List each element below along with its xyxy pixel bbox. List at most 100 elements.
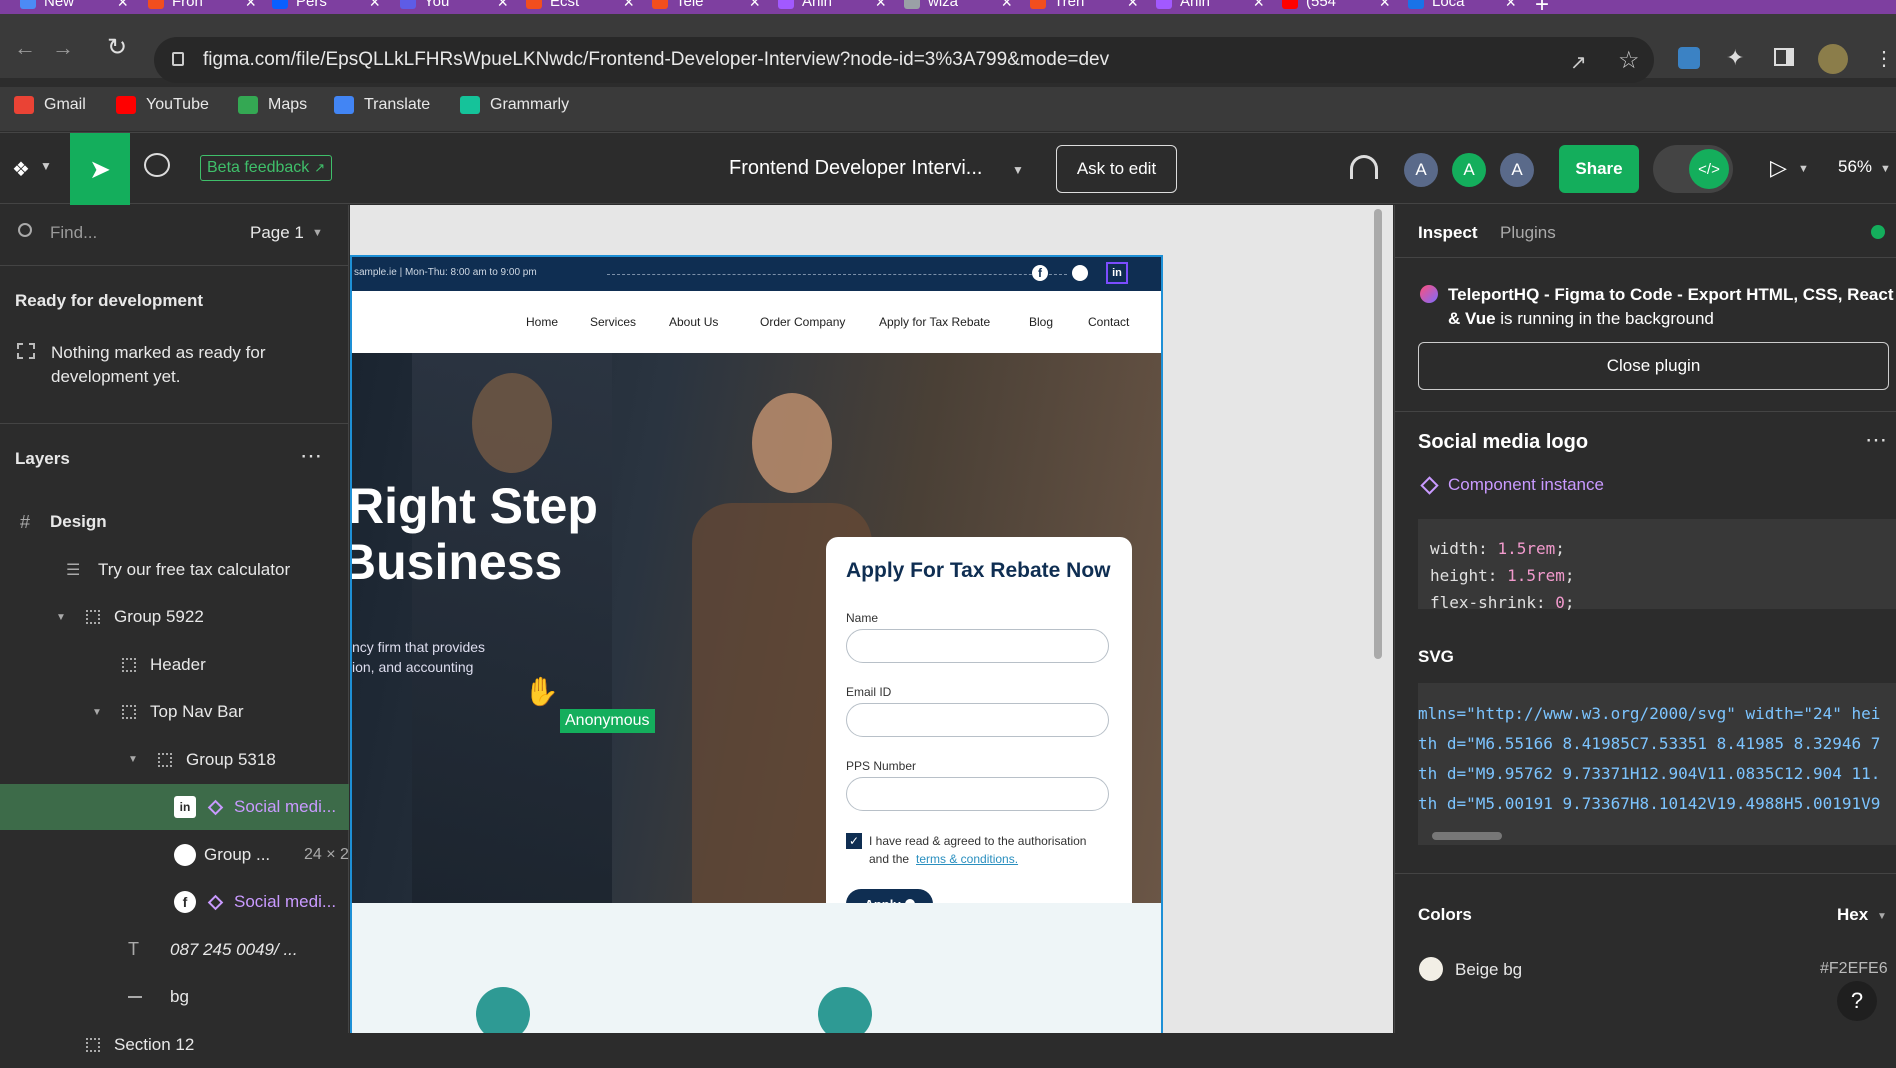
layer-row[interactable]: bg bbox=[0, 974, 349, 1020]
caret-down-icon[interactable]: ▼ bbox=[56, 612, 66, 623]
new-tab-icon[interactable]: + bbox=[1535, 0, 1549, 14]
browser-tab[interactable]: Fron × bbox=[148, 0, 256, 14]
chevron-down-icon[interactable]: ▼ bbox=[40, 159, 52, 173]
nav-link[interactable]: Services bbox=[590, 315, 636, 329]
layer-row[interactable]: ☰ Try our free tax calculator bbox=[0, 547, 349, 593]
bookmark-item[interactable]: Grammarly bbox=[460, 95, 569, 115]
puzzle-icon[interactable]: ✦ bbox=[1726, 45, 1744, 71]
close-tab-icon[interactable]: × bbox=[875, 0, 886, 13]
close-tab-icon[interactable]: × bbox=[1127, 0, 1138, 13]
page-selector[interactable]: Page 1 bbox=[250, 223, 304, 243]
bookmark-item[interactable]: Translate bbox=[334, 95, 430, 115]
find-input[interactable]: Find... bbox=[50, 223, 97, 243]
more-options-icon[interactable]: ⋯ bbox=[300, 443, 322, 469]
zoom-level[interactable]: 56% bbox=[1838, 157, 1872, 177]
layer-row[interactable]: Header bbox=[0, 642, 349, 688]
nav-link[interactable]: Contact bbox=[1088, 315, 1129, 329]
horizontal-scrollbar[interactable] bbox=[1432, 832, 1502, 840]
layer-row[interactable]: ▼ Top Nav Bar bbox=[0, 689, 349, 735]
nav-link[interactable]: Apply for Tax Rebate bbox=[879, 315, 990, 329]
chevron-down-icon[interactable]: ▼ bbox=[1877, 911, 1887, 922]
browser-tab[interactable]: Loca × bbox=[1408, 0, 1516, 14]
headphones-icon[interactable] bbox=[1350, 155, 1378, 179]
close-tab-icon[interactable]: × bbox=[623, 0, 634, 13]
close-plugin-button[interactable]: Close plugin bbox=[1418, 342, 1889, 390]
caret-down-icon[interactable]: ▼ bbox=[128, 754, 138, 765]
nav-link[interactable]: Order Company bbox=[760, 315, 845, 329]
close-tab-icon[interactable]: × bbox=[1505, 0, 1516, 13]
browser-tab[interactable]: Ecst × bbox=[526, 0, 634, 14]
layer-row[interactable]: ▼ Group 5922 bbox=[0, 594, 349, 640]
collaborator-avatar[interactable]: A bbox=[1404, 153, 1438, 187]
reload-icon[interactable]: ↻ bbox=[107, 33, 127, 62]
layer-row[interactable]: Group ... 24 × 2... bbox=[0, 832, 362, 878]
more-options-icon[interactable]: ⋯ bbox=[1865, 427, 1887, 453]
beta-feedback-button[interactable]: Beta feedback ↗ bbox=[200, 155, 333, 181]
comment-icon[interactable] bbox=[144, 153, 170, 177]
bookmark-item[interactable]: Maps bbox=[238, 95, 307, 115]
figma-menu-icon[interactable]: ❖ bbox=[12, 157, 30, 182]
share-button[interactable]: Share bbox=[1559, 145, 1639, 193]
extension-icon[interactable] bbox=[1678, 47, 1700, 69]
help-button[interactable]: ? bbox=[1837, 981, 1877, 1021]
close-tab-icon[interactable]: × bbox=[497, 0, 508, 13]
profile-avatar[interactable] bbox=[1818, 44, 1848, 74]
layer-row[interactable]: # Design bbox=[0, 499, 349, 545]
layer-row[interactable]: ▼ Group 5318 bbox=[0, 737, 349, 783]
close-tab-icon[interactable]: × bbox=[1253, 0, 1264, 13]
canvas-scrollbar[interactable] bbox=[1374, 209, 1382, 659]
caret-down-icon[interactable]: ▼ bbox=[92, 707, 102, 718]
browser-tab[interactable]: You × bbox=[400, 0, 508, 14]
bookmark-star-icon[interactable]: ☆ bbox=[1618, 46, 1640, 75]
collaborator-avatar[interactable]: A bbox=[1452, 153, 1486, 187]
close-tab-icon[interactable]: × bbox=[1379, 0, 1390, 13]
pps-field[interactable] bbox=[846, 777, 1109, 811]
browser-tab[interactable]: wiza × bbox=[904, 0, 1012, 14]
tab-inspect[interactable]: Inspect bbox=[1418, 223, 1478, 243]
nav-link[interactable]: About Us bbox=[669, 315, 718, 329]
design-frame[interactable]: sample.ie | Mon-Thu: 8:00 am to 9:00 pm … bbox=[350, 255, 1163, 1033]
color-hex[interactable]: #F2EFE6 bbox=[1820, 960, 1888, 978]
chevron-down-icon[interactable]: ▼ bbox=[1798, 163, 1809, 175]
chevron-down-icon[interactable]: ▼ bbox=[1012, 163, 1024, 177]
kebab-menu-icon[interactable]: ⋮ bbox=[1874, 46, 1894, 71]
collaborator-avatar[interactable]: A bbox=[1500, 153, 1534, 187]
chevron-down-icon[interactable]: ▼ bbox=[1880, 163, 1891, 175]
layer-row[interactable]: T 087 245 0049/ ... bbox=[0, 927, 349, 973]
figma-canvas[interactable]: sample.ie | Mon-Thu: 8:00 am to 9:00 pm … bbox=[350, 205, 1393, 1033]
terms-link[interactable]: terms & conditions. bbox=[916, 852, 1018, 866]
color-swatch[interactable] bbox=[1419, 957, 1443, 981]
linkedin-icon[interactable]: in bbox=[1106, 262, 1128, 284]
play-icon[interactable]: ▷ bbox=[1770, 155, 1787, 181]
dev-mode-toggle[interactable]: </> bbox=[1653, 145, 1733, 193]
email-field[interactable] bbox=[846, 703, 1109, 737]
color-format-select[interactable]: Hex bbox=[1837, 905, 1868, 925]
url-text[interactable]: figma.com/file/EpsQLLkLFHRsWpueLKNwdc/Fr… bbox=[203, 49, 1109, 71]
move-tool-button[interactable]: ➤ bbox=[70, 133, 130, 205]
browser-tab[interactable]: Tren × bbox=[1030, 0, 1138, 14]
forward-icon[interactable]: → bbox=[52, 35, 74, 61]
close-tab-icon[interactable]: × bbox=[117, 0, 128, 13]
browser-tab[interactable]: Tele × bbox=[652, 0, 760, 14]
twitter-icon[interactable] bbox=[1072, 265, 1088, 281]
close-tab-icon[interactable]: × bbox=[245, 0, 256, 13]
tab-plugins[interactable]: Plugins bbox=[1500, 223, 1556, 243]
share-page-icon[interactable]: ↗ bbox=[1570, 50, 1587, 75]
layer-row[interactable]: f Social medi... bbox=[0, 879, 349, 925]
sidepanel-icon[interactable] bbox=[1774, 48, 1794, 66]
file-title[interactable]: Frontend Developer Intervi... bbox=[729, 157, 982, 180]
bookmark-item[interactable]: YouTube bbox=[116, 95, 209, 115]
facebook-icon[interactable]: f bbox=[1032, 265, 1048, 281]
bookmark-item[interactable]: Gmail bbox=[14, 95, 86, 115]
browser-tab[interactable]: New × bbox=[20, 0, 128, 14]
ask-to-edit-button[interactable]: Ask to edit bbox=[1056, 145, 1177, 193]
browser-tab[interactable]: (554 × bbox=[1282, 0, 1390, 14]
close-tab-icon[interactable]: × bbox=[1001, 0, 1012, 13]
back-icon[interactable]: ← bbox=[14, 35, 36, 61]
chevron-down-icon[interactable]: ▼ bbox=[312, 227, 323, 239]
name-field[interactable] bbox=[846, 629, 1109, 663]
nav-link[interactable]: Home bbox=[526, 315, 558, 329]
nav-link[interactable]: Blog bbox=[1029, 315, 1053, 329]
browser-tab[interactable]: Anin × bbox=[1156, 0, 1264, 14]
layer-row[interactable]: Section 12 bbox=[0, 1022, 349, 1068]
